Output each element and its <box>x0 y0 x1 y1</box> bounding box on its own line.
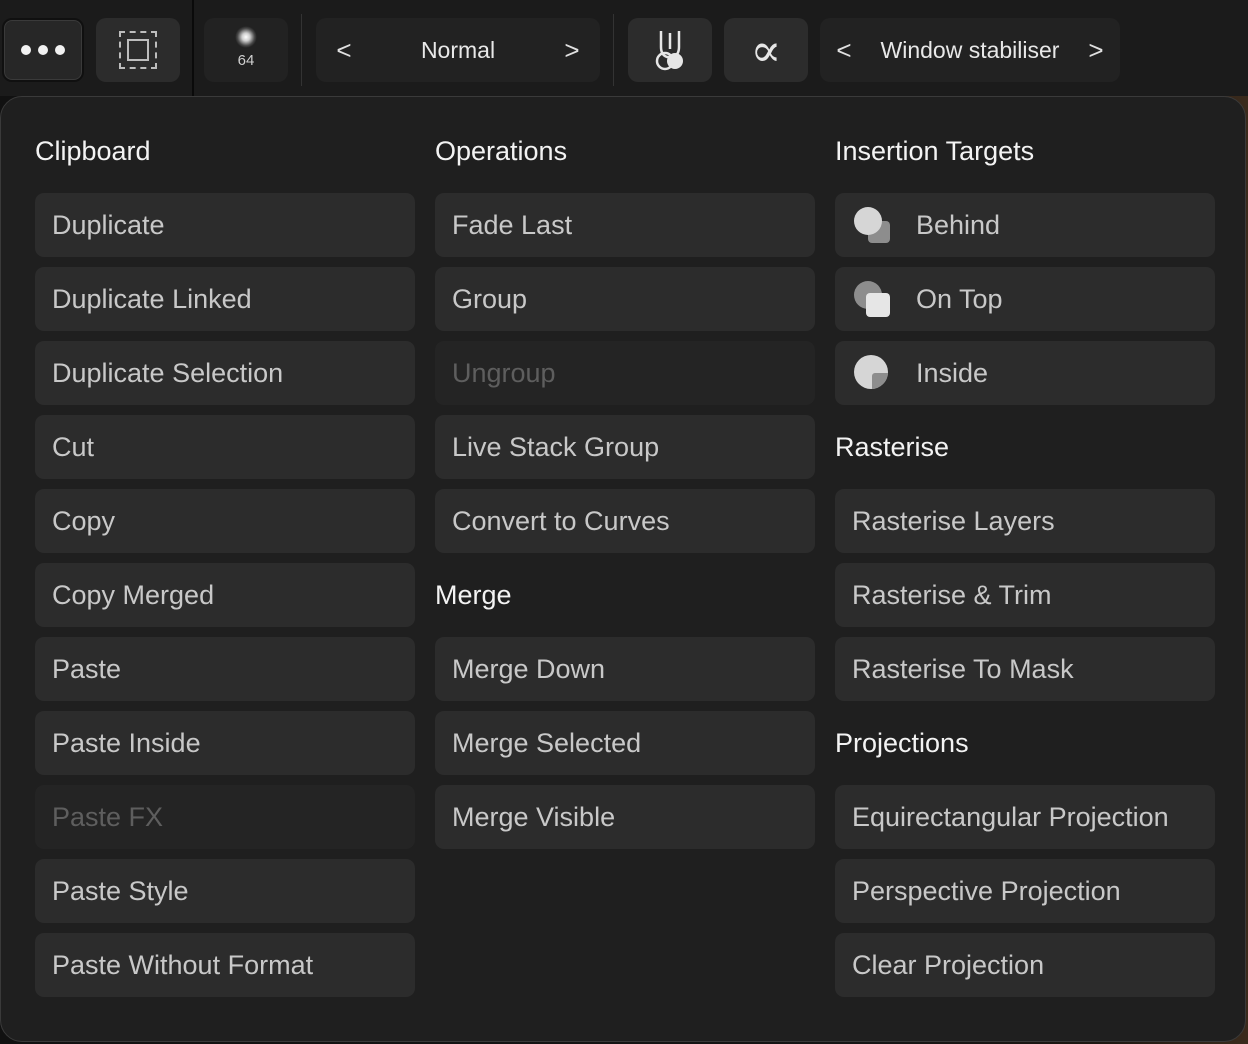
chevron-right-icon[interactable]: > <box>562 35 582 66</box>
chevron-left-icon[interactable]: < <box>334 35 354 66</box>
clear-projection-button[interactable]: Clear Projection <box>835 933 1215 997</box>
insert-behind-button[interactable]: Behind <box>835 193 1215 257</box>
ungroup-button[interactable]: Ungroup <box>435 341 815 405</box>
blend-mode-selector[interactable]: < Normal > <box>316 18 600 82</box>
group-button[interactable]: Group <box>435 267 815 331</box>
stabiliser-selector[interactable]: < Window stabiliser > <box>820 18 1120 82</box>
layer-actions-popover: Clipboard Duplicate Duplicate Linked Dup… <box>0 96 1246 1042</box>
insert-on-top-button[interactable]: On Top <box>835 267 1215 331</box>
copy-button[interactable]: Copy <box>35 489 415 553</box>
toolbar-divider <box>613 14 614 86</box>
duplicate-linked-button[interactable]: Duplicate Linked <box>35 267 415 331</box>
pen-nib-icon <box>655 31 683 71</box>
chevron-left-icon[interactable]: < <box>834 35 854 66</box>
paste-without-format-button[interactable]: Paste Without Format <box>35 933 415 997</box>
stabiliser-label: Window stabiliser <box>880 36 1060 63</box>
merge-visible-button[interactable]: Merge Visible <box>435 785 815 849</box>
copy-merged-button[interactable]: Copy Merged <box>35 563 415 627</box>
marquee-selection-icon <box>119 31 157 69</box>
rasterise-layers-button[interactable]: Rasterise Layers <box>835 489 1215 553</box>
insertion-targets-heading: Insertion Targets <box>835 136 1035 166</box>
toolbar-divider <box>301 14 302 86</box>
equirectangular-projection-button[interactable]: Equirectangular Projection <box>835 785 1215 849</box>
paste-style-button[interactable]: Paste Style <box>35 859 415 923</box>
paste-inside-button[interactable]: Paste Inside <box>35 711 415 775</box>
selection-button[interactable] <box>96 18 180 82</box>
alpha-button[interactable]: ∝ <box>724 18 808 82</box>
rasterise-to-mask-button[interactable]: Rasterise To Mask <box>835 637 1215 701</box>
blend-mode-label: Normal <box>420 36 496 63</box>
paste-fx-button[interactable]: Paste FX <box>35 785 415 849</box>
duplicate-button[interactable]: Duplicate <box>35 193 415 257</box>
cut-button[interactable]: Cut <box>35 415 415 479</box>
duplicate-selection-button[interactable]: Duplicate Selection <box>35 341 415 405</box>
brush-tip-icon <box>235 25 257 48</box>
brush-size-button[interactable]: 64 <box>204 18 288 82</box>
paste-button[interactable]: Paste <box>35 637 415 701</box>
perspective-projection-button[interactable]: Perspective Projection <box>835 859 1215 923</box>
insert-inside-button[interactable]: Inside <box>835 341 1215 405</box>
chevron-right-icon[interactable]: > <box>1086 35 1106 66</box>
insert-inside-icon <box>852 353 892 393</box>
merge-down-button[interactable]: Merge Down <box>435 637 815 701</box>
convert-to-curves-button[interactable]: Convert to Curves <box>435 489 815 553</box>
toolbar-divider <box>192 0 194 96</box>
alpha-icon: ∝ <box>750 23 782 77</box>
more-options-button[interactable] <box>2 18 84 82</box>
context-toolbar: 64 < Normal > ∝ < Window stabiliser > <box>0 0 1248 96</box>
clipboard-heading: Clipboard <box>35 136 151 166</box>
merge-heading: Merge <box>435 580 512 610</box>
merge-selected-button[interactable]: Merge Selected <box>435 711 815 775</box>
pressure-nib-button[interactable] <box>628 18 712 82</box>
live-stack-group-button[interactable]: Live Stack Group <box>435 415 815 479</box>
insert-on-top-label: On Top <box>916 283 1003 314</box>
rasterise-trim-button[interactable]: Rasterise & Trim <box>835 563 1215 627</box>
projections-heading: Projections <box>835 728 969 758</box>
insert-inside-label: Inside <box>916 357 989 388</box>
ellipsis-icon <box>21 45 65 55</box>
rasterise-heading: Rasterise <box>835 432 950 462</box>
insert-behind-label: Behind <box>916 209 1001 240</box>
fade-last-button[interactable]: Fade Last <box>435 193 815 257</box>
insert-on-top-icon <box>852 279 892 319</box>
operations-heading: Operations <box>435 136 568 166</box>
insert-behind-icon <box>852 205 892 245</box>
brush-size-value: 64 <box>237 51 255 69</box>
